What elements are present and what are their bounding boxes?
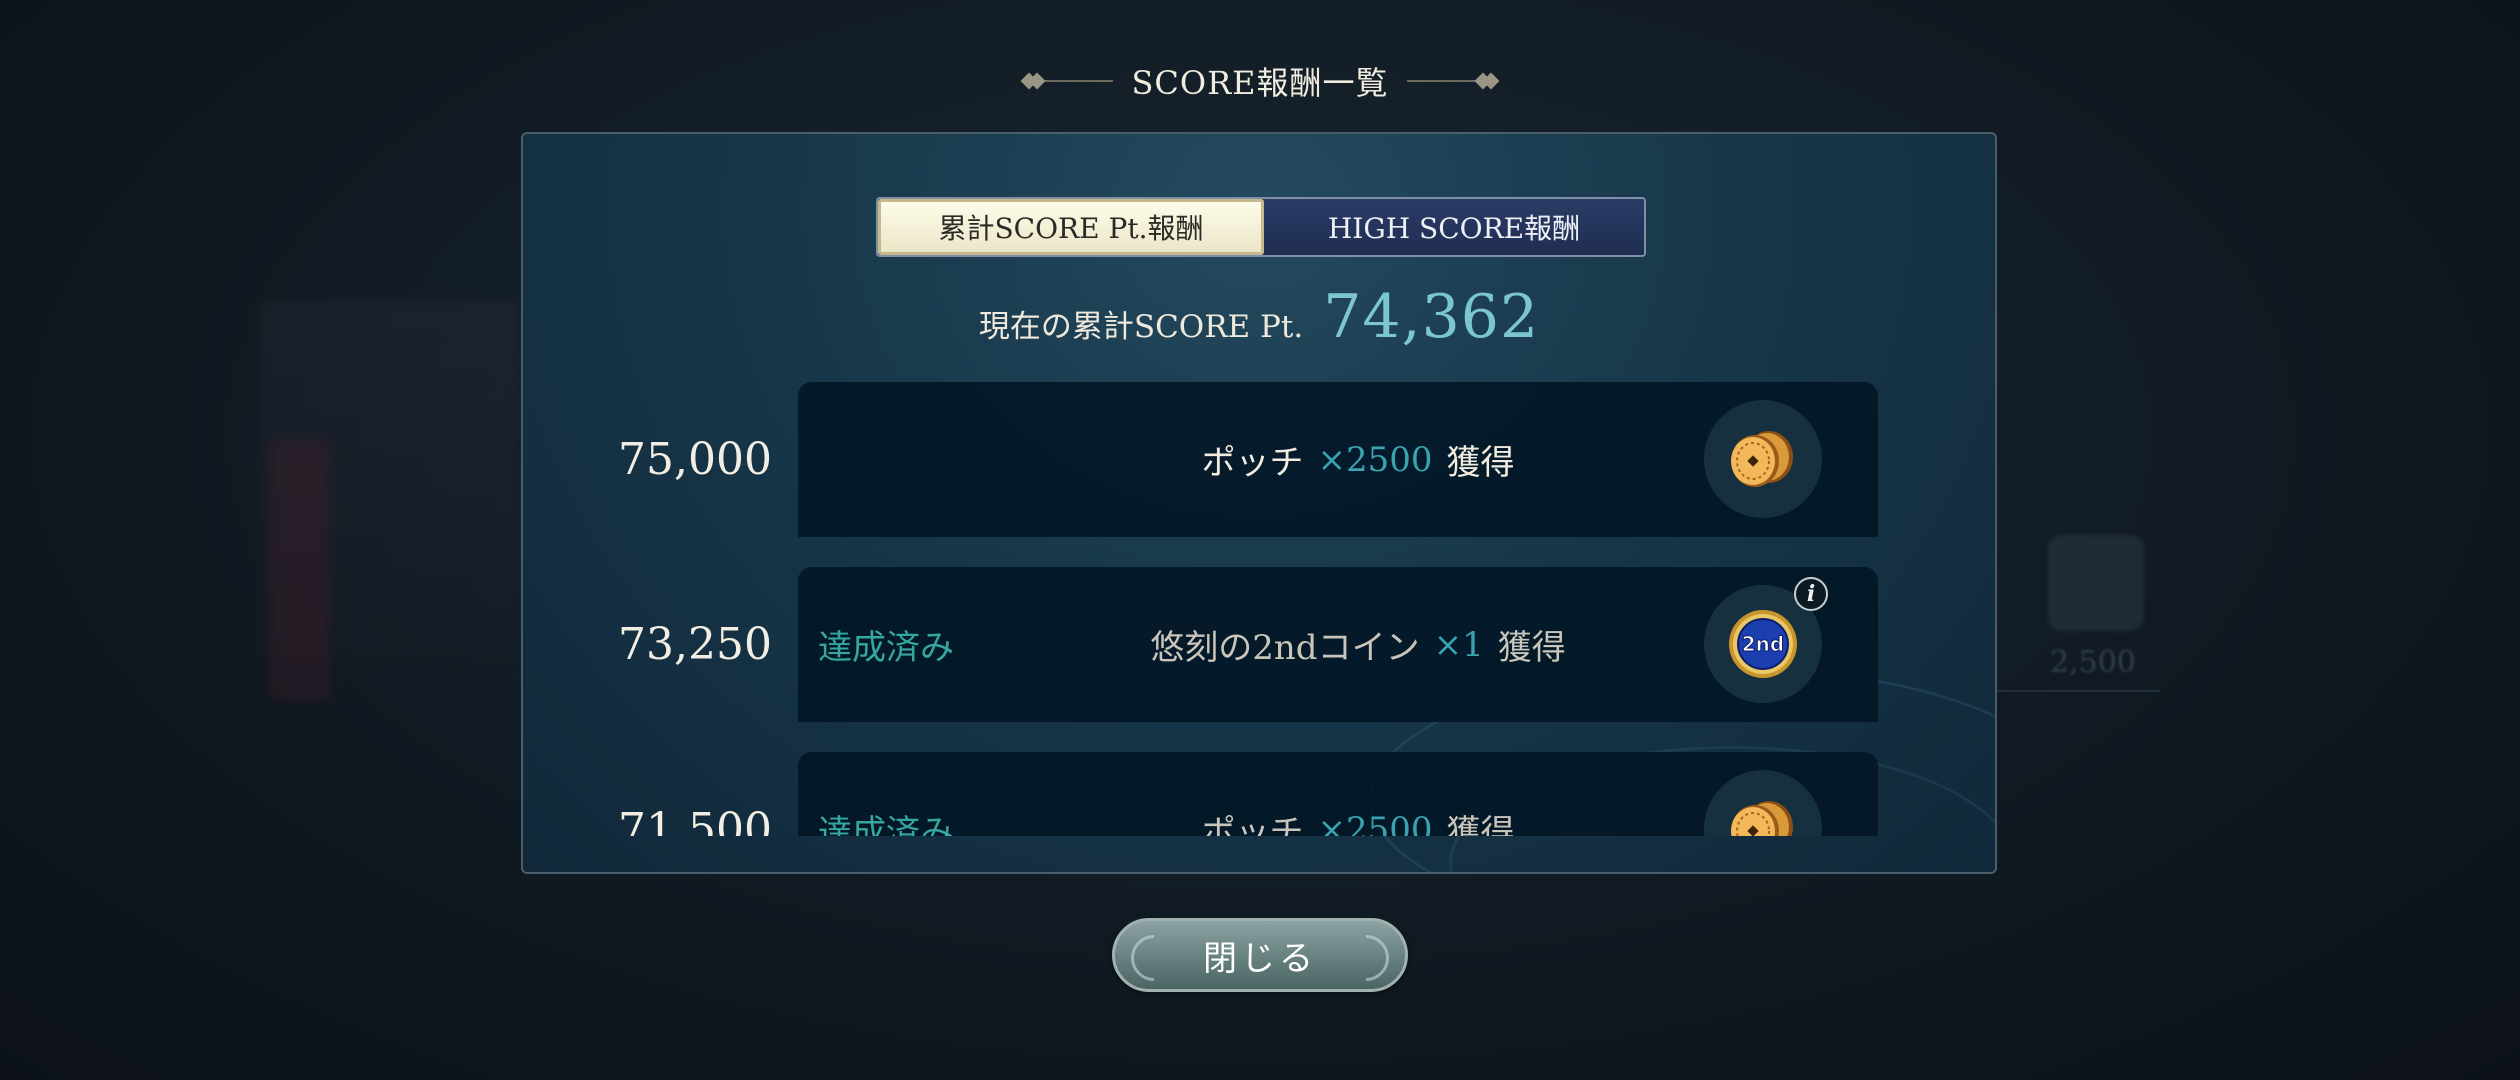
reward-suffix: 獲得 — [1446, 813, 1515, 836]
current-score-label: 現在の累計SCORE Pt. — [978, 309, 1304, 345]
reward-icon-holder[interactable] — [1704, 770, 1822, 836]
reward-panel: 累計SCORE Pt.報酬 HIGH SCORE報酬 現在の累計SCORE Pt… — [521, 132, 1997, 874]
close-button-label: 閉じる — [1203, 938, 1317, 979]
reward-suffix: 獲得 — [1497, 628, 1566, 668]
reward-item-name: ポッチ — [1201, 443, 1304, 483]
reward-item-name: 悠刻の2ndコイン — [1150, 628, 1420, 668]
background-divider — [1980, 690, 2160, 692]
title-ornament-right — [1406, 72, 1500, 90]
reward-row: 71,500 達成済み ポッチ ×2500 獲得 — [523, 752, 1995, 836]
title-ornament-left — [1020, 72, 1114, 90]
reward-tabs: 累計SCORE Pt.報酬 HIGH SCORE報酬 — [876, 197, 1646, 257]
dialog-title: SCORE報酬一覧 — [1131, 64, 1389, 102]
background-strip — [270, 440, 330, 700]
reward-quantity: ×1 — [1433, 624, 1484, 665]
reward-card: 達成済み ポッチ ×2500 獲得 — [798, 752, 1878, 836]
reward-card: ポッチ ×2500 獲得 — [798, 382, 1878, 537]
reward-quantity: ×2500 — [1317, 439, 1433, 480]
reward-status: 達成済み — [818, 813, 954, 836]
coin-stack-icon — [1731, 431, 1793, 487]
reward-description: ポッチ ×2500 獲得 — [1098, 752, 1618, 837]
background-coin — [2048, 535, 2144, 631]
tab-cumulative-score[interactable]: 累計SCORE Pt.報酬 — [878, 199, 1264, 255]
reward-list[interactable]: 75,000 ポッチ ×2500 獲得 73,250 達成済み 悠刻の2ndコイ… — [523, 382, 1995, 836]
reward-threshold: 73,250 — [618, 619, 772, 670]
reward-status: 達成済み — [818, 628, 954, 668]
tab-high-score[interactable]: HIGH SCORE報酬 — [1264, 199, 1644, 255]
reward-description: 悠刻の2ndコイン ×1 獲得 — [1098, 567, 1618, 722]
current-score: 現在の累計SCORE Pt. 74,362 — [523, 282, 1995, 352]
reward-threshold: 71,500 — [618, 804, 772, 836]
reward-suffix: 獲得 — [1446, 443, 1515, 483]
close-button[interactable]: 閉じる — [1112, 918, 1408, 992]
dialog-title-bar: SCORE報酬一覧 — [0, 56, 2520, 106]
button-ornament-left — [1121, 925, 1187, 991]
background-value: 2,500 — [2050, 645, 2136, 680]
reward-threshold: 75,000 — [618, 434, 772, 485]
info-icon[interactable]: i — [1794, 577, 1828, 611]
2nd-coin-icon: 2nd — [1729, 610, 1797, 678]
reward-row: 73,250 達成済み 悠刻の2ndコイン ×1 獲得 2nd i — [523, 567, 1995, 722]
coin-stack-icon — [1731, 801, 1793, 836]
svg-text:2nd: 2nd — [1742, 632, 1784, 656]
reward-quantity: ×2500 — [1317, 809, 1433, 837]
reward-description: ポッチ ×2500 獲得 — [1098, 382, 1618, 537]
reward-item-name: ポッチ — [1201, 813, 1304, 836]
reward-row: 75,000 ポッチ ×2500 獲得 — [523, 382, 1995, 537]
reward-icon-holder[interactable] — [1704, 400, 1822, 518]
reward-card: 達成済み 悠刻の2ndコイン ×1 獲得 2nd i — [798, 567, 1878, 722]
button-ornament-right — [1333, 925, 1399, 991]
current-score-value: 74,362 — [1323, 282, 1540, 352]
